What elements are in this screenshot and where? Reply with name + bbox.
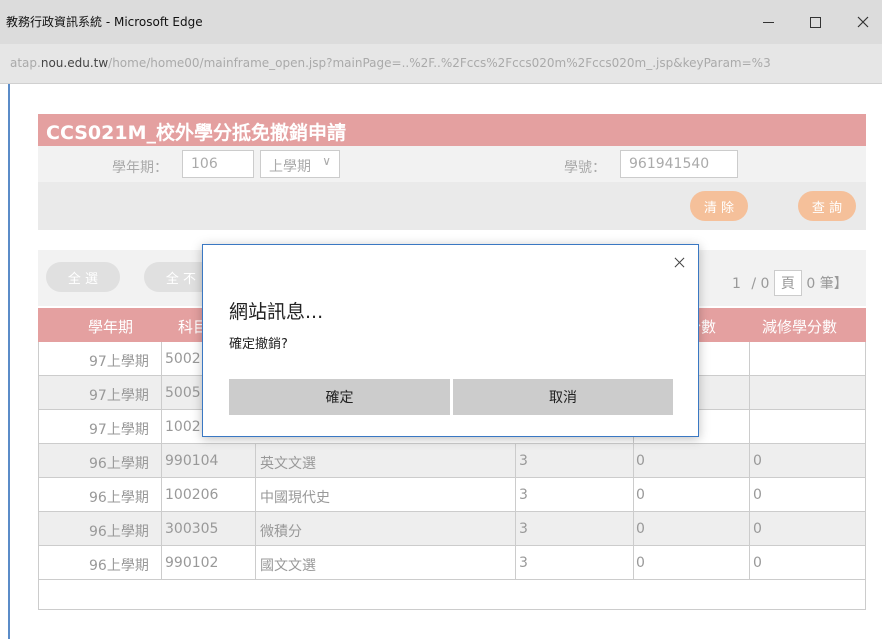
confirm-ok-button[interactable]: 確定 (229, 379, 450, 415)
confirm-dialog: 網站訊息... 確定撤銷? 確定 取消 (202, 244, 699, 437)
close-icon (674, 257, 684, 267)
maximize-button[interactable] (795, 6, 835, 38)
cell-term: 96上學期 (89, 490, 149, 506)
url-text: atap.nou.edu.tw/home/home00/mainframe_op… (10, 56, 880, 70)
query-form: 學年期： 106 上學期 ∨ 學號： 961941540 (38, 146, 866, 182)
window-left-edge (0, 84, 10, 639)
cell-name: 國文文選 (260, 558, 316, 574)
minimize-icon (762, 21, 774, 23)
url-prefix: atap. (10, 56, 41, 70)
cell-code: 5002 (165, 351, 201, 367)
cell-code: 990102 (165, 555, 219, 571)
chevron-down-icon: ∨ (322, 154, 331, 168)
cell-term: 96上學期 (89, 558, 149, 574)
cell-term: 97上學期 (89, 422, 149, 438)
cell-reduce: 0 (753, 521, 762, 537)
cell-reduce: 0 (753, 487, 762, 503)
url-path: /home/home00/mainframe_open.jsp?mainPage… (108, 56, 771, 70)
record-count: 0 筆】 (806, 276, 848, 292)
cell-credits: 3 (519, 521, 528, 537)
pager-separator: / (751, 276, 757, 292)
cell-score: 0 (636, 521, 645, 537)
table-row[interactable]: 96上學期 100206 中國現代史 3 0 0 (38, 478, 866, 512)
page-title: CCS021M_校外學分抵免撤銷申請 (46, 122, 346, 144)
student-id-label: 學號： (564, 160, 606, 176)
window-titlebar: 教務行政資訊系統 - Microsoft Edge (0, 0, 882, 44)
year-input[interactable]: 106 (182, 150, 254, 178)
url-domain: nou.edu.tw (40, 56, 109, 70)
maximize-icon (809, 16, 821, 28)
cell-term: 97上學期 (89, 388, 149, 404)
cell-credits: 3 (519, 555, 528, 571)
col-reduce-header: 減修學分數 (762, 318, 838, 336)
cell-score: 0 (636, 453, 645, 469)
student-id-input[interactable]: 961941540 (620, 150, 738, 178)
dialog-close-button[interactable] (668, 251, 690, 273)
cell-name: 中國現代史 (260, 490, 330, 506)
cell-credits: 3 (519, 487, 528, 503)
cell-code: 990104 (165, 453, 219, 469)
select-all-button[interactable]: 全 選 (46, 262, 120, 292)
cell-code: 5005 (165, 385, 201, 401)
cell-term: 96上學期 (89, 456, 149, 472)
table-row[interactable]: 96上學期 990104 英文文選 3 0 0 (38, 444, 866, 478)
table-row[interactable]: 96上學期 990102 國文文選 3 0 0 (38, 546, 866, 580)
pager: 1 / 0 頁 0 筆】 (726, 270, 848, 296)
page-unit-button[interactable]: 頁 (773, 270, 802, 296)
cell-code: 1002 (165, 419, 201, 435)
term-select[interactable]: 上學期 ∨ (260, 150, 340, 178)
col-term-header: 學年期 (88, 318, 134, 336)
close-icon (857, 16, 869, 28)
cell-code: 100206 (165, 487, 219, 503)
cell-score: 0 (636, 487, 645, 503)
query-button[interactable]: 查 詢 (798, 191, 856, 221)
window-title: 教務行政資訊系統 - Microsoft Edge (6, 15, 203, 29)
clear-button[interactable]: 清 除 (690, 191, 748, 221)
window-close-button[interactable] (843, 6, 882, 38)
confirm-cancel-button[interactable]: 取消 (453, 379, 673, 415)
address-bar[interactable]: atap.nou.edu.tw/home/home00/mainframe_op… (0, 44, 882, 84)
table-footer (38, 580, 866, 610)
dialog-title: 網站訊息... (229, 301, 324, 323)
cell-term: 96上學期 (89, 524, 149, 540)
cell-reduce: 0 (753, 453, 762, 469)
cell-name: 英文文選 (260, 456, 316, 472)
action-bar: 清 除 查 詢 (38, 182, 866, 230)
cell-score: 0 (636, 555, 645, 571)
year-label: 學年期： (112, 160, 168, 176)
table-row[interactable]: 96上學期 300305 微積分 3 0 0 (38, 512, 866, 546)
dialog-message: 確定撤銷? (229, 337, 288, 352)
cell-term: 97上學期 (89, 354, 149, 370)
cell-credits: 3 (519, 453, 528, 469)
page-header: CCS021M_校外學分抵免撤銷申請 (38, 114, 866, 146)
page-number-input[interactable]: 1 (726, 274, 747, 294)
pager-total: 0 (760, 276, 770, 292)
cell-code: 300305 (165, 521, 219, 537)
cell-name: 微積分 (260, 524, 302, 540)
cell-reduce: 0 (753, 555, 762, 571)
term-select-value: 上學期 (269, 159, 311, 175)
minimize-button[interactable] (748, 6, 788, 38)
